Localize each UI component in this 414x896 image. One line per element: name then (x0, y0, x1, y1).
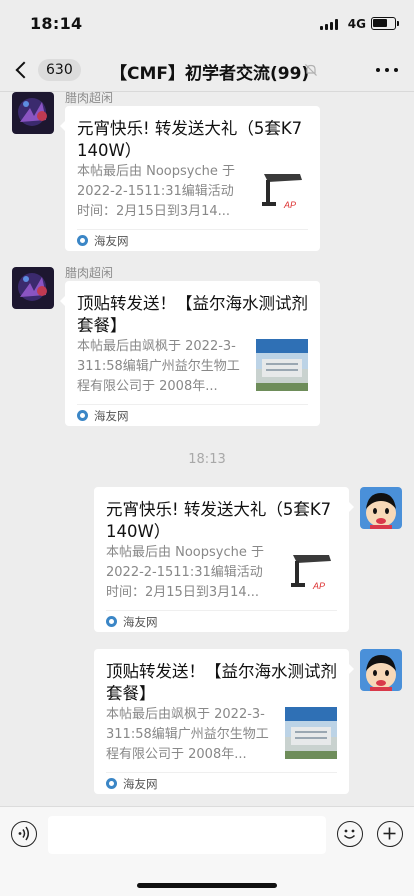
network-label: 4G (347, 17, 366, 31)
card-thumbnail (285, 707, 337, 759)
card-footer: 海友网 (106, 610, 337, 632)
card-source: 海友网 (94, 408, 129, 423)
emoji-icon (343, 829, 356, 839)
signal-icon (320, 19, 338, 30)
home-indicator (137, 883, 277, 888)
voice-icon (18, 826, 29, 841)
message-item: 顶贴转发送！【益尔海水测试剂套餐】 本帖最后由飒枫于 2022-3-311:58… (0, 649, 414, 799)
message-item: 腊肉超闲 元宵快乐! 转发送大礼（5套K7 140W） 本帖最后由 Noopsy… (0, 92, 414, 257)
sender-name: 腊肉超闲 (65, 266, 114, 280)
unread-count-badge: 630 (38, 59, 81, 81)
link-card[interactable]: 元宵快乐! 转发送大礼（5套K7 140W） 本帖最后由 Noopsyche 于… (60, 106, 320, 251)
ellipsis-icon[interactable] (376, 68, 398, 74)
avatar[interactable] (12, 92, 54, 134)
card-thumbnail (256, 339, 308, 391)
card-footer: 海友网 (106, 772, 337, 794)
source-logo-icon (77, 410, 88, 421)
chat-title: 【CMF】初学者交流(99) (110, 64, 310, 84)
voice-button[interactable] (11, 821, 37, 847)
card-title: 顶贴转发送！【益尔海水测试剂套餐】 (77, 294, 308, 335)
message-item: 元宵快乐! 转发送大礼（5套K7 140W） 本帖最后由 Noopsyche 于… (0, 487, 414, 637)
input-bar (0, 806, 414, 896)
thumb-logo-text: AP (312, 581, 325, 591)
card-source: 海友网 (123, 614, 158, 629)
back-button[interactable]: 630 (10, 54, 81, 86)
thumb-logo-text: AP (283, 200, 296, 210)
card-source: 海友网 (94, 233, 129, 248)
card-footer: 海友网 (77, 404, 308, 426)
avatar[interactable] (12, 267, 54, 309)
card-description: 本帖最后由飒枫于 2022-3-311:58编辑广州益尔生物工程有限公司于 20… (77, 339, 240, 394)
plus-button[interactable] (377, 821, 403, 847)
card-thumbnail: AP (256, 166, 308, 218)
sender-name: 腊肉超闲 (65, 92, 114, 105)
link-card[interactable]: 元宵快乐! 转发送大礼（5套K7 140W） 本帖最后由 Noopsyche 于… (94, 487, 354, 632)
chevron-left-icon (15, 61, 33, 79)
avatar[interactable] (360, 649, 402, 691)
card-source: 海友网 (123, 776, 158, 791)
card-footer: 海友网 (77, 229, 308, 251)
plus-circle-icon (383, 827, 396, 840)
source-logo-icon (77, 235, 88, 246)
card-thumbnail: AP (285, 547, 337, 599)
message-list[interactable]: 腊肉超闲 元宵快乐! 转发送大礼（5套K7 140W） 本帖最后由 Noopsy… (0, 92, 414, 806)
source-logo-icon (106, 616, 117, 627)
bell-muted-icon (305, 64, 317, 76)
message-item: 腊肉超闲 顶贴转发送！【益尔海水测试剂套餐】 本帖最后由飒枫于 2022-3-3… (0, 266, 414, 432)
card-description: 本帖最后由飒枫于 2022-3-311:58编辑广州益尔生物工程有限公司于 20… (106, 707, 269, 762)
battery-icon (371, 17, 399, 30)
card-description: 本帖最后由 Noopsyche 于 2022-2-1511:31编辑活动时间：2… (106, 545, 264, 600)
card-title: 元宵快乐! 转发送大礼（5套K7 140W） (106, 500, 332, 541)
chat-timestamp: 18:13 (188, 452, 226, 467)
source-logo-icon (106, 778, 117, 789)
card-title: 元宵快乐! 转发送大礼（5套K7 140W） (77, 119, 303, 160)
card-title: 顶贴转发送！【益尔海水测试剂套餐】 (106, 662, 337, 703)
card-description: 本帖最后由 Noopsyche 于 2022-2-1511:31编辑活动时间：2… (77, 164, 235, 219)
emoji-button[interactable] (337, 821, 363, 847)
chat-header: 630 【CMF】初学者交流(99) (0, 48, 414, 92)
status-bar: 18:14 4G (0, 0, 414, 48)
avatar[interactable] (360, 487, 402, 529)
link-card[interactable]: 顶贴转发送！【益尔海水测试剂套餐】 本帖最后由飒枫于 2022-3-311:58… (60, 281, 320, 426)
message-input[interactable] (48, 816, 326, 854)
link-card[interactable]: 顶贴转发送！【益尔海水测试剂套餐】 本帖最后由飒枫于 2022-3-311:58… (94, 649, 354, 794)
status-time: 18:14 (30, 14, 83, 33)
